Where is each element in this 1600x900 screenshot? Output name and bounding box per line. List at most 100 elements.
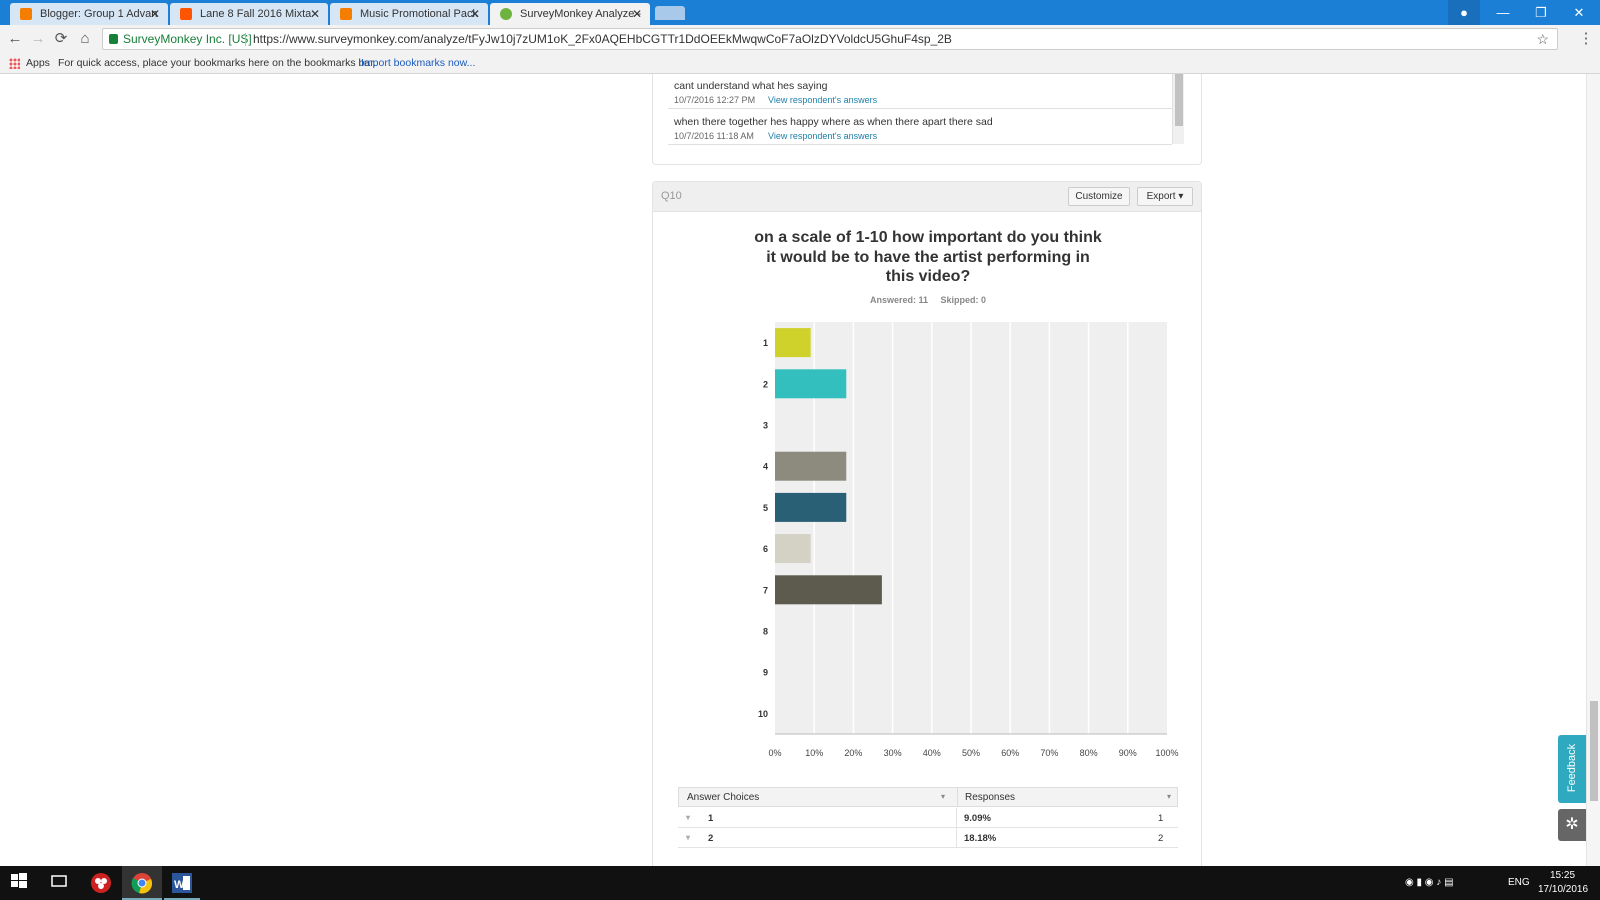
close-tab-icon[interactable]: ✕ [470, 7, 480, 21]
browser-toolbar: ← → ⟳ ⌂ SurveyMonkey Inc. [US] https://w… [0, 25, 1600, 53]
address-bar[interactable]: SurveyMonkey Inc. [US] https://www.surve… [102, 28, 1558, 50]
response-text: when there together hes happy where as w… [674, 116, 993, 128]
sort-caret-icon[interactable]: ▾ [941, 792, 945, 801]
expand-chevron-icon[interactable]: ▾ [686, 813, 690, 822]
response-count: 1 [1158, 813, 1164, 824]
chart-bar [775, 534, 811, 564]
y-tick-label: 5 [763, 503, 768, 513]
question-card-q10: Q10 Customize Export ▾ on a scale of 1-1… [652, 181, 1202, 866]
task-view-icon[interactable] [50, 872, 72, 894]
url-text[interactable]: https://www.surveymonkey.com/analyze/tFy… [253, 29, 952, 49]
soundcloud-icon [180, 8, 192, 20]
response-item: when there together hes happy where as w… [668, 110, 1172, 145]
tab-title: Blogger: Group 1 Advan [40, 8, 158, 20]
browser-tab-strip: Blogger: Group 1 Advan ✕ Lane 8 Fall 201… [0, 0, 1600, 25]
y-tick-label: 7 [763, 585, 768, 595]
responses-scroll-thumb[interactable] [1175, 74, 1183, 126]
surveymonkey-icon [500, 8, 512, 20]
windows-taskbar: W ◉ ▮ ◉ ♪ ▤ ENG 15:25 17/10/2016 [0, 866, 1600, 900]
view-respondent-link[interactable]: View respondent's answers [768, 95, 877, 105]
apps-grid-icon[interactable] [9, 58, 20, 69]
table-row: ▾ 1 9.09% 1 [678, 808, 1178, 828]
reload-icon[interactable]: ⟳ [51, 30, 71, 48]
feedback-tab[interactable]: Feedback [1558, 735, 1586, 803]
y-tick-label: 9 [763, 668, 768, 678]
minimize-button[interactable]: — [1484, 0, 1522, 25]
tab-title: Music Promotional Pack [360, 8, 478, 20]
blogger-icon [20, 8, 32, 20]
bug-report-icon[interactable]: ✲ [1558, 809, 1586, 841]
forward-icon[interactable]: → [28, 30, 48, 48]
tab-music-promotional[interactable]: Music Promotional Pack ✕ [330, 3, 488, 25]
import-bookmarks-link[interactable]: Import bookmarks now... [361, 57, 475, 69]
restore-button[interactable]: ❐ [1522, 0, 1560, 25]
column-divider [956, 828, 957, 848]
word-icon: W [172, 873, 192, 893]
x-tick-label: 20% [844, 748, 862, 758]
x-tick-label: 50% [962, 748, 980, 758]
language-indicator[interactable]: ENG [1508, 877, 1530, 888]
back-icon[interactable]: ← [5, 30, 25, 48]
close-tab-icon[interactable]: ✕ [310, 7, 320, 21]
chrome-taskbar-button[interactable] [122, 866, 162, 900]
y-tick-label: 1 [763, 338, 768, 348]
tab-title: Lane 8 Fall 2016 Mixta [200, 8, 312, 20]
close-tab-icon[interactable]: ✕ [632, 7, 642, 21]
header-answer-choices[interactable]: Answer Choices [687, 792, 759, 803]
page-scroll-thumb[interactable] [1590, 701, 1598, 801]
x-tick-label: 90% [1119, 748, 1137, 758]
tray-icons[interactable]: ◉ ▮ ◉ ♪ ▤ [1405, 877, 1454, 888]
response-count: 2 [1158, 833, 1164, 844]
lock-icon [109, 34, 118, 44]
davinci-resolve-icon[interactable] [90, 872, 112, 894]
tab-blogger-group[interactable]: Blogger: Group 1 Advan ✕ [10, 3, 168, 25]
divider [245, 33, 246, 46]
secure-site-label: SurveyMonkey Inc. [US] [123, 32, 252, 46]
choice-label: 1 [708, 813, 714, 824]
y-tick-label: 8 [763, 627, 768, 637]
y-tick-label: 6 [763, 544, 768, 554]
response-date: 10/7/2016 11:18 AM [674, 131, 754, 141]
x-tick-label: 70% [1040, 748, 1058, 758]
bookmark-star-icon[interactable]: ☆ [1536, 29, 1549, 49]
chart-bar [775, 369, 847, 399]
response-item: cant understand what hes saying 10/7/201… [668, 74, 1172, 109]
x-tick-label: 40% [923, 748, 941, 758]
response-date: 10/7/2016 12:27 PM [674, 95, 756, 105]
home-icon[interactable]: ⌂ [75, 30, 95, 48]
clock-time[interactable]: 15:25 [1550, 870, 1575, 881]
response-percent: 18.18% [964, 833, 997, 844]
windows-start-icon[interactable] [10, 872, 32, 894]
chart-bar [775, 451, 847, 481]
table-header: Answer Choices ▾ Responses ▾ [678, 787, 1178, 807]
new-tab-button[interactable] [655, 6, 685, 20]
view-respondent-link[interactable]: View respondent's answers [768, 131, 877, 141]
close-window-button[interactable]: ✕ [1560, 0, 1598, 25]
page-scrollbar[interactable] [1586, 74, 1600, 866]
chart-bar [775, 328, 811, 358]
close-tab-icon[interactable]: ✕ [150, 7, 160, 21]
x-tick-label: 0% [768, 748, 781, 758]
x-tick-label: 60% [1001, 748, 1019, 758]
bar-chart: 0% 10% 20% 30% 40% 50% 60% 70% 80% 90% 100% 1 2 3 4 5 6 7… [758, 322, 1179, 758]
profile-icon[interactable]: ● [1448, 0, 1480, 25]
previous-question-card: cant understand what hes saying 10/7/201… [652, 74, 1202, 165]
apps-link[interactable]: Apps [26, 57, 50, 69]
y-tick-label: 2 [763, 379, 768, 389]
y-tick-label: 10 [758, 709, 768, 719]
sort-caret-icon[interactable]: ▾ [1167, 792, 1171, 801]
tab-lane8[interactable]: Lane 8 Fall 2016 Mixta ✕ [170, 3, 328, 25]
tab-title: SurveyMonkey Analyze - [520, 8, 642, 20]
bookmarks-hint: For quick access, place your bookmarks h… [58, 57, 377, 69]
tab-surveymonkey[interactable]: SurveyMonkey Analyze - ✕ [490, 3, 650, 25]
chart-bar [775, 575, 882, 605]
responses-scrollbar[interactable] [1172, 74, 1184, 144]
header-responses[interactable]: Responses [965, 792, 1015, 803]
menu-icon[interactable]: ⋮ [1576, 30, 1596, 48]
chrome-icon [131, 873, 153, 894]
x-tick-label: 100% [1155, 748, 1178, 758]
blogger-icon [340, 8, 352, 20]
expand-chevron-icon[interactable]: ▾ [686, 833, 690, 842]
word-taskbar-button[interactable]: W [164, 866, 200, 900]
clock-date[interactable]: 17/10/2016 [1538, 884, 1588, 895]
